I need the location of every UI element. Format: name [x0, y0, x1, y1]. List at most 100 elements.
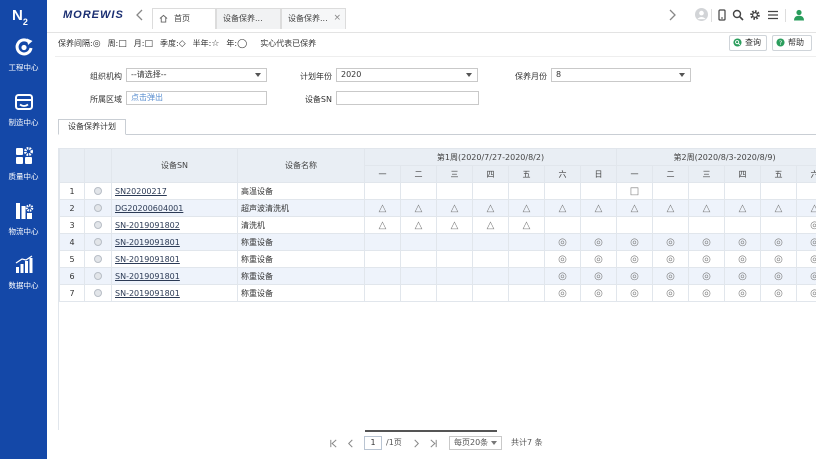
- schedule-cell[interactable]: △: [652, 199, 689, 217]
- table-row[interactable]: 2 DG20200604001 超声波清洗机 △ △ △ △ △ △ △ △ △ △ △ △ △: [59, 199, 816, 217]
- schedule-cell[interactable]: [472, 250, 509, 268]
- schedule-cell[interactable]: ◎: [616, 233, 653, 251]
- table-row[interactable]: 5 SN-2019091801 称重设备 ◎ ◎ ◎ ◎ ◎ ◎ ◎ ◎: [59, 250, 816, 268]
- area-picker-input[interactable]: 点击弹出: [126, 91, 267, 105]
- schedule-cell[interactable]: △: [724, 199, 761, 217]
- schedule-cell[interactable]: ◎: [688, 250, 725, 268]
- schedule-cell[interactable]: △: [472, 199, 509, 217]
- schedule-cell[interactable]: △: [580, 199, 617, 217]
- schedule-cell[interactable]: △: [400, 199, 437, 217]
- schedule-cell[interactable]: ◎: [795, 233, 816, 251]
- schedule-cell[interactable]: △: [544, 199, 581, 217]
- tab-maintenance-1[interactable]: 设备保养...: [216, 8, 281, 29]
- prev-page-icon[interactable]: [346, 439, 355, 448]
- sn-column-header[interactable]: 设备SN: [111, 148, 238, 183]
- schedule-cell[interactable]: ◎: [724, 267, 761, 285]
- year-select[interactable]: 2020: [336, 68, 478, 82]
- schedule-cell[interactable]: [436, 250, 473, 268]
- schedule-cell[interactable]: [760, 216, 797, 234]
- query-button[interactable]: 查询: [729, 35, 767, 51]
- menu-icon[interactable]: [767, 9, 779, 21]
- schedule-cell[interactable]: ◎: [652, 267, 689, 285]
- user-icon[interactable]: [793, 9, 805, 21]
- schedule-cell[interactable]: ◎: [616, 284, 653, 302]
- schedule-cell[interactable]: [400, 250, 437, 268]
- schedule-cell[interactable]: [652, 182, 689, 200]
- device-icon[interactable]: [716, 9, 728, 21]
- schedule-cell[interactable]: [580, 182, 617, 200]
- plan-table-container[interactable]: 设备SN 设备名称 第1周(2020/7/27-2020/8/2) 第2周(2020/…: [58, 148, 816, 430]
- schedule-cell[interactable]: [364, 284, 401, 302]
- help-button[interactable]: ? 帮助: [772, 35, 812, 51]
- row-radio[interactable]: [94, 204, 102, 212]
- schedule-cell[interactable]: [436, 182, 473, 200]
- schedule-cell[interactable]: [472, 182, 509, 200]
- table-row[interactable]: 3 SN-2019091802 清洗机 △ △ △ △ △ ◎: [59, 216, 816, 234]
- sn-link[interactable]: SN-2019091801: [115, 255, 180, 264]
- schedule-cell[interactable]: [760, 182, 797, 200]
- schedule-cell[interactable]: ◎: [688, 233, 725, 251]
- schedule-cell[interactable]: [688, 182, 725, 200]
- schedule-cell[interactable]: △: [472, 216, 509, 234]
- search-icon[interactable]: [732, 9, 744, 21]
- schedule-cell[interactable]: △: [688, 199, 725, 217]
- schedule-cell[interactable]: ◎: [760, 267, 797, 285]
- schedule-cell[interactable]: ◎: [544, 284, 581, 302]
- schedule-cell[interactable]: ◎: [795, 216, 816, 234]
- schedule-cell[interactable]: [400, 267, 437, 285]
- avatar-icon[interactable]: [695, 8, 708, 21]
- tab-maintenance-2[interactable]: 设备保养... ×: [281, 8, 346, 29]
- schedule-cell[interactable]: [508, 284, 545, 302]
- schedule-cell[interactable]: ◎: [616, 267, 653, 285]
- schedule-cell[interactable]: △: [508, 199, 545, 217]
- schedule-cell[interactable]: [508, 267, 545, 285]
- schedule-cell[interactable]: [652, 216, 689, 234]
- schedule-cell[interactable]: ◎: [724, 284, 761, 302]
- table-row[interactable]: 7 SN-2019091801 称重设备 ◎ ◎ ◎ ◎ ◎ ◎ ◎ ◎: [59, 284, 816, 302]
- app-logo[interactable]: N2: [12, 7, 28, 27]
- chevron-left-icon[interactable]: [135, 9, 145, 21]
- first-page-icon[interactable]: [329, 439, 338, 448]
- schedule-cell[interactable]: △: [364, 216, 401, 234]
- sn-link[interactable]: SN-2019091801: [115, 289, 180, 298]
- name-column-header[interactable]: 设备名称: [237, 148, 365, 183]
- sidebar-item-4[interactable]: 物流中心: [0, 201, 47, 241]
- schedule-cell[interactable]: ◎: [724, 233, 761, 251]
- chevron-right-icon[interactable]: [667, 9, 677, 21]
- schedule-cell[interactable]: [508, 182, 545, 200]
- schedule-cell[interactable]: [508, 233, 545, 251]
- schedule-cell[interactable]: ◎: [544, 250, 581, 268]
- horizontal-scrollbar-thumb[interactable]: [365, 430, 497, 432]
- schedule-cell[interactable]: [364, 233, 401, 251]
- schedule-cell[interactable]: △: [616, 199, 653, 217]
- schedule-cell[interactable]: [616, 216, 653, 234]
- schedule-cell[interactable]: ◎: [795, 284, 816, 302]
- sn-link[interactable]: DG20200604001: [115, 204, 183, 213]
- schedule-cell[interactable]: [795, 182, 816, 200]
- schedule-cell[interactable]: [436, 267, 473, 285]
- schedule-cell[interactable]: ◎: [580, 250, 617, 268]
- schedule-cell[interactable]: [688, 216, 725, 234]
- schedule-cell[interactable]: △: [364, 199, 401, 217]
- sidebar-item-3[interactable]: 质量中心: [0, 146, 47, 186]
- schedule-cell[interactable]: ◎: [580, 267, 617, 285]
- schedule-cell[interactable]: □: [616, 182, 653, 200]
- brand-logo[interactable]: MOREWIS: [63, 9, 124, 21]
- table-row[interactable]: 6 SN-2019091801 称重设备 ◎ ◎ ◎ ◎ ◎ ◎ ◎ ◎: [59, 267, 816, 285]
- schedule-cell[interactable]: [544, 216, 581, 234]
- sidebar-item-1[interactable]: 工程中心: [0, 37, 47, 77]
- close-icon[interactable]: ×: [333, 9, 341, 28]
- table-row[interactable]: 1 SN20200217 高温设备 □: [59, 182, 816, 200]
- gear-icon[interactable]: [749, 9, 761, 21]
- row-radio[interactable]: [94, 187, 102, 195]
- schedule-cell[interactable]: ◎: [760, 284, 797, 302]
- schedule-cell[interactable]: [580, 216, 617, 234]
- page-number-input[interactable]: 1: [364, 436, 382, 450]
- schedule-cell[interactable]: △: [795, 199, 816, 217]
- schedule-cell[interactable]: ◎: [795, 250, 816, 268]
- schedule-cell[interactable]: ◎: [724, 250, 761, 268]
- tab-maintenance-plan[interactable]: 设备保养计划: [58, 119, 126, 135]
- row-radio[interactable]: [94, 289, 102, 297]
- table-row[interactable]: 4 SN-2019091801 称重设备 ◎ ◎ ◎ ◎ ◎ ◎ ◎ ◎: [59, 233, 816, 251]
- schedule-cell[interactable]: [508, 250, 545, 268]
